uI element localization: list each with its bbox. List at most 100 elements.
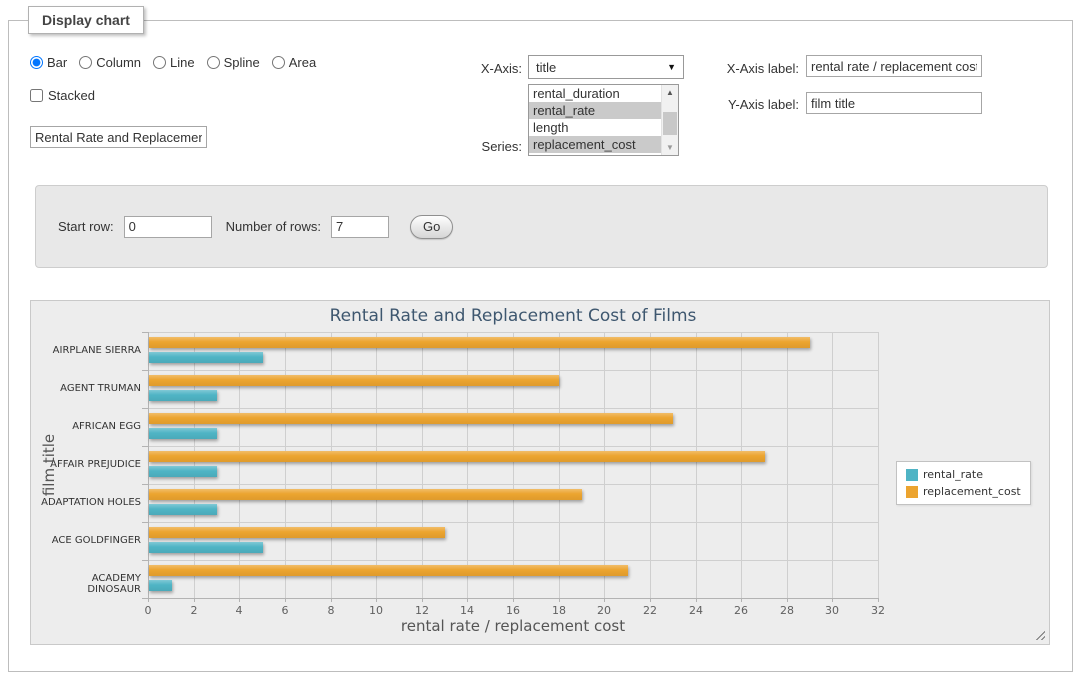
y-axis-label-input[interactable]: [806, 92, 982, 114]
x-axis-label-label: X-Axis label:: [700, 61, 799, 76]
x-axis-title: rental rate / replacement cost: [148, 617, 878, 635]
stacked-checkbox[interactable]: [30, 89, 43, 102]
go-button[interactable]: Go: [410, 215, 453, 239]
chart-type-radio-label: Line: [170, 55, 195, 70]
x-tick-label: 16: [498, 604, 528, 617]
x-tick-label: 4: [224, 604, 254, 617]
bar-replacement_cost-adaptation-holes[interactable]: [149, 489, 582, 500]
scrollbar-thumb[interactable]: [663, 112, 677, 135]
bar-replacement_cost-african-egg[interactable]: [149, 413, 673, 424]
x-gridline: [285, 332, 286, 598]
category-label: AIRPLANE SIERRA: [35, 345, 141, 356]
x-gridline: [513, 332, 514, 598]
x-tick-label: 10: [361, 604, 391, 617]
bar-rental_rate-adaptation-holes[interactable]: [149, 504, 217, 515]
category-label: ACE GOLDFINGER: [35, 535, 141, 546]
bar-rental_rate-agent-truman[interactable]: [149, 390, 217, 401]
num-rows-input[interactable]: [331, 216, 389, 238]
x-axis-selected-value: title: [536, 60, 556, 75]
bar-rental_rate-affair-prejudice[interactable]: [149, 466, 217, 477]
series-option-replacement_cost[interactable]: replacement_cost: [529, 136, 661, 153]
category-label: ADAPTATION HOLES: [35, 497, 141, 508]
x-gridline: [422, 332, 423, 598]
chart-type-radio-spline[interactable]: [207, 56, 220, 69]
bar-rental_rate-airplane-sierra[interactable]: [149, 352, 263, 363]
legend-label: rental_rate: [923, 468, 983, 481]
y-gridline: [148, 522, 878, 523]
x-gridline: [787, 332, 788, 598]
chevron-down-icon: ▼: [667, 62, 676, 72]
chart-type-radio-label: Spline: [224, 55, 260, 70]
series-options: rental_durationrental_ratelengthreplacem…: [529, 85, 661, 155]
x-tick-label: 18: [544, 604, 574, 617]
x-gridline: [696, 332, 697, 598]
num-rows-label: Number of rows:: [226, 219, 321, 234]
scroll-up-icon[interactable]: ▲: [662, 85, 678, 100]
legend-swatch-rental_rate: [906, 469, 918, 481]
x-axis-select[interactable]: title ▼: [528, 55, 684, 79]
start-row-input[interactable]: [124, 216, 212, 238]
legend-item-replacement_cost[interactable]: replacement_cost: [906, 485, 1021, 498]
x-gridline: [878, 332, 879, 598]
category-label: AGENT TRUMAN: [35, 383, 141, 394]
category-label: ACADEMY DINOSAUR: [35, 573, 141, 595]
x-tick-label: 14: [452, 604, 482, 617]
bar-replacement_cost-affair-prejudice[interactable]: [149, 451, 765, 462]
bar-rental_rate-ace-goldfinger[interactable]: [149, 542, 263, 553]
start-row-label: Start row:: [58, 219, 114, 234]
scroll-down-icon[interactable]: ▼: [662, 140, 678, 155]
chart-type-option-column: Column: [79, 55, 141, 70]
x-tick-label: 2: [179, 604, 209, 617]
x-axis-select-label: X-Axis:: [420, 61, 522, 76]
chart-type-radio-area[interactable]: [272, 56, 285, 69]
chart-type-radio-column[interactable]: [79, 56, 92, 69]
x-tick-label: 20: [589, 604, 619, 617]
y-gridline: [148, 560, 878, 561]
y-gridline: [148, 446, 878, 447]
y-axis-label-label: Y-Axis label:: [700, 97, 799, 112]
chart-type-option-line: Line: [153, 55, 195, 70]
x-tick-label: 0: [133, 604, 163, 617]
fieldset-legend: Display chart: [28, 6, 144, 34]
x-axis-label-input[interactable]: [806, 55, 982, 77]
y-gridline: [148, 408, 878, 409]
bar-rental_rate-african-egg[interactable]: [149, 428, 217, 439]
bar-replacement_cost-airplane-sierra[interactable]: [149, 337, 810, 348]
bar-rental_rate-academy-dinosaur[interactable]: [149, 580, 172, 591]
chart-type-option-spline: Spline: [207, 55, 260, 70]
chart-type-radio-label: Column: [96, 55, 141, 70]
stacked-checkbox-row: Stacked: [30, 88, 95, 103]
x-gridline: [194, 332, 195, 598]
bar-replacement_cost-academy-dinosaur[interactable]: [149, 565, 628, 576]
legend-item-rental_rate[interactable]: rental_rate: [906, 468, 1021, 481]
series-option-length[interactable]: length: [529, 119, 661, 136]
legend-swatch-replacement_cost: [906, 486, 918, 498]
x-gridline: [376, 332, 377, 598]
x-gridline: [650, 332, 651, 598]
chart-type-radio-bar[interactable]: [30, 56, 43, 69]
chart-container: Rental Rate and Replacement Cost of Film…: [30, 300, 1050, 645]
y-gridline: [148, 332, 878, 333]
x-tick-label: 30: [817, 604, 847, 617]
listbox-scrollbar[interactable]: ▲ ▼: [661, 85, 678, 155]
y-gridline: [148, 484, 878, 485]
bar-replacement_cost-agent-truman[interactable]: [149, 375, 559, 386]
legend-label: replacement_cost: [923, 485, 1021, 498]
y-gridline: [148, 370, 878, 371]
chart-type-radio-line[interactable]: [153, 56, 166, 69]
x-gridline: [331, 332, 332, 598]
series-listbox[interactable]: rental_durationrental_ratelengthreplacem…: [528, 84, 679, 156]
x-tick-label: 26: [726, 604, 756, 617]
stacked-label: Stacked: [48, 88, 95, 103]
y-axis-line: [148, 332, 149, 598]
series-option-rental_duration[interactable]: rental_duration: [529, 85, 661, 102]
x-gridline: [559, 332, 560, 598]
x-gridline: [741, 332, 742, 598]
x-tick-label: 32: [863, 604, 893, 617]
resize-grip-icon[interactable]: [1033, 628, 1045, 640]
chart-title-input[interactable]: [30, 126, 207, 148]
x-tick-label: 6: [270, 604, 300, 617]
series-option-rental_rate[interactable]: rental_rate: [529, 102, 661, 119]
bar-replacement_cost-ace-goldfinger[interactable]: [149, 527, 445, 538]
x-gridline: [832, 332, 833, 598]
